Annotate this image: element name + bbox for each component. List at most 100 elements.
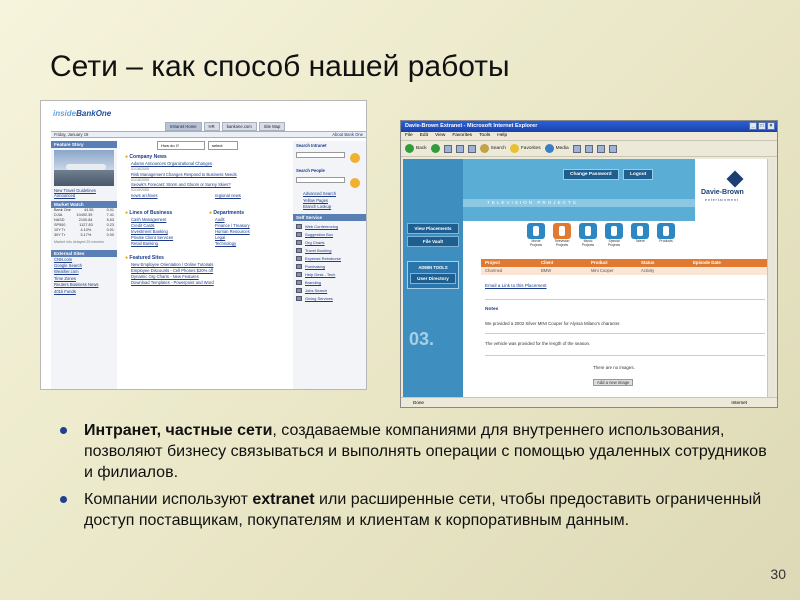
stop-icon[interactable] [443,144,452,153]
refresh-icon[interactable] [455,144,464,153]
about-link[interactable]: About Bank One [332,132,363,137]
market-watch-table: Bank One 44.55 0.01 DJIA 10492.39 7.41 NASD 2… [51,208,117,238]
history-icon[interactable] [572,144,581,153]
bullet-dot-icon [60,427,67,434]
howdoi-dropdown[interactable]: How do I? [157,141,205,150]
change-password-button[interactable]: Change Password [563,169,619,180]
table-row[interactable]: Charmed BMW Mini Cooper Activity [481,267,771,275]
service-icon [296,248,302,254]
cell: Mini Cooper [591,268,614,273]
menu-tools[interactable]: Tools [479,133,490,139]
search-go-icon[interactable] [350,153,360,164]
select-dropdown[interactable]: select [208,141,238,150]
favorites-button[interactable]: Favorites [509,144,541,153]
menu-view[interactable]: View [435,133,445,139]
search-people-input[interactable] [296,177,345,184]
search-button[interactable]: Search [479,144,506,153]
category-products[interactable]: Products [657,223,675,248]
self-service-header: Self Service [293,213,366,221]
col-client[interactable]: Client [537,259,587,267]
close-icon[interactable]: × [767,122,775,130]
intranet-logo: insideBankOne [53,109,112,118]
lob-item[interactable]: Retail Banking [131,241,205,247]
media-button[interactable]: Media [544,144,569,153]
news-archive-links: news archives regional news [121,193,289,199]
search-people-row [296,177,363,189]
self-service-item[interactable]: Branding [296,279,363,287]
view-placements-button[interactable]: View Placements [407,223,459,234]
self-service-item[interactable]: Purchasing [296,263,363,271]
no-images-text: There are no images. [593,365,635,370]
bullet-item: Интранет, частные сети, создаваемые комп… [56,420,768,483]
menu-file[interactable]: File [405,133,413,139]
feature-story-link[interactable]: New Travel Guidelines Announced [54,188,117,198]
print-icon[interactable] [596,144,605,153]
self-service-item[interactable]: Travel Booking [296,247,363,255]
left-panel-top [403,159,463,221]
logout-button[interactable]: Logout [623,169,654,180]
col-episode-date[interactable]: Episode Date [689,259,771,267]
self-service-item[interactable]: Expense Reimburse [296,255,363,263]
date-text: Friday, January 19 [54,132,89,137]
category-movie[interactable]: Movie Projects [527,223,545,248]
tab-bankone[interactable]: bankone.com [221,122,257,131]
self-service-item[interactable]: Giving Services [296,295,363,303]
menu-favorites[interactable]: Favorites [452,133,472,139]
extranet-page: View Placements File Vault ADMIN TOOLS U… [403,159,775,397]
scrollbar[interactable] [767,159,775,397]
category-special[interactable]: Special Projects [605,223,623,248]
self-service-item[interactable]: Web Conferencing [296,223,363,231]
self-service-item[interactable]: Suggestion Box [296,231,363,239]
admin-tools-box: ADMIN TOOLS User Directory [407,261,459,289]
tab-site-map[interactable]: Site Map [258,122,286,131]
edit-icon[interactable] [608,144,617,153]
category-television[interactable]: Television Projects [553,223,571,248]
market-row: 30Y Tr 5.17% 0.00 [54,233,114,237]
page-number: 30 [770,566,786,582]
self-service-item[interactable]: Jobs Search [296,287,363,295]
browser-toolbar: Back Search Favorites Media [401,141,777,157]
star-icon [509,144,519,153]
extranet-header: Change Password Logout Davie-Brown enter… [463,159,775,221]
external-link[interactable]: 401k Funds [54,289,117,295]
col-project[interactable]: Project [481,259,537,267]
feature-story-image[interactable] [54,150,114,186]
service-icon [296,256,302,262]
email-link[interactable]: Email a Link to this Placement [485,283,547,288]
bullet-list: Интранет, частные сети, создаваемые комп… [56,420,768,537]
file-vault-button[interactable]: File Vault [407,236,459,247]
col-status[interactable]: Status [637,259,689,267]
brand-name: Davie-Brown [701,189,744,196]
regional-news-link[interactable]: regional news [215,193,289,199]
minimize-icon[interactable]: _ [749,122,757,130]
category-talent[interactable]: Talent [631,223,649,248]
category-music[interactable]: Music Projects [579,223,597,248]
service-icon [296,280,302,286]
tab-hr[interactable]: HR [203,122,220,131]
menu-help[interactable]: Help [497,133,507,139]
market-watch-header: Market Watch [51,201,117,208]
add-image-button[interactable]: Add a new image [593,379,634,386]
news-archives-link[interactable]: news archives [131,193,205,199]
section-number: 03. [409,329,435,349]
user-directory-button[interactable]: User Directory [410,273,456,284]
search-intranet-input[interactable] [296,152,345,159]
people-go-icon[interactable] [350,178,360,189]
forward-arrow-icon[interactable] [430,144,440,153]
media-icon [544,144,554,153]
table-header: Project Client Product Status Episode Da… [481,259,771,267]
bullet-text: Компании используют [84,491,253,508]
maximize-icon[interactable]: □ [758,122,766,130]
note-text: The vehicle was provided for the length … [485,341,591,346]
menu-edit[interactable]: Edit [420,133,428,139]
col-product[interactable]: Product [587,259,637,267]
dept-item[interactable]: Technology [215,241,289,247]
self-service-item[interactable]: Help Desk - Tech [296,271,363,279]
people-link[interactable]: Branch Lookup [303,204,366,210]
home-icon[interactable] [467,144,476,153]
self-service-item[interactable]: Org Charts [296,239,363,247]
mail-icon[interactable] [584,144,593,153]
tab-intranet-home[interactable]: Intranet Home [165,122,202,131]
back-button[interactable]: Back [405,144,427,153]
featured-item[interactable]: Download Templates - Powerpoint and Word [131,280,289,286]
